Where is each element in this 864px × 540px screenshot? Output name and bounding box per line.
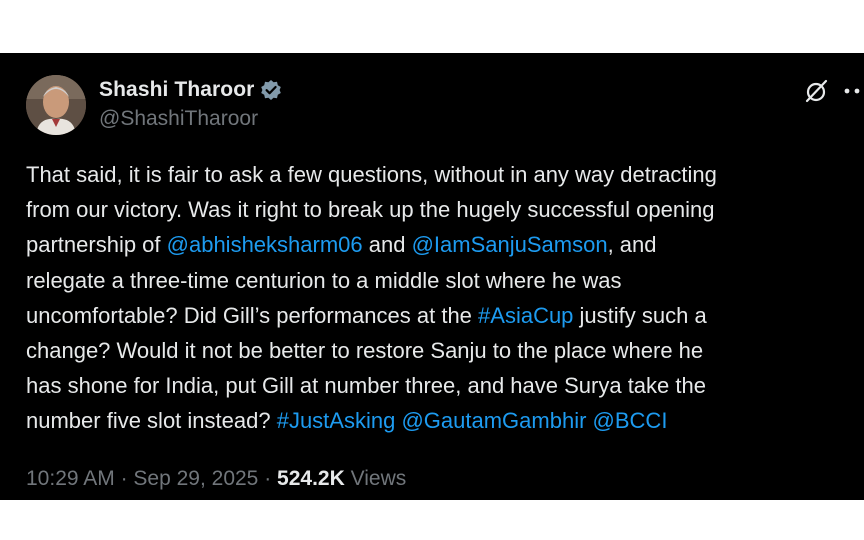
tweet-text-line: number five slot instead? #JustAsking @G… [26, 403, 856, 438]
mention-link[interactable]: @abhisheksharm06 [167, 232, 363, 257]
mention-link[interactable]: @IamSanjuSamson [412, 232, 608, 257]
author-name[interactable]: Shashi Tharoor [99, 78, 254, 102]
tweet-text-segment: has shone for India, put Gill at number … [26, 373, 706, 399]
mention-link[interactable]: @BCCI [593, 408, 668, 433]
tweet-card: Shashi Tharoor @ShashiTharoor That said,… [0, 53, 864, 500]
tweet-text-segment: , and [607, 232, 657, 258]
author-name-row: Shashi Tharoor [99, 77, 282, 103]
tweet-text-line: partnership of @abhisheksharm06 and @Iam… [26, 227, 856, 262]
meta-separator: · [258, 467, 278, 490]
tweet-text-line: relegate a three-time centurion to a mid… [26, 263, 856, 298]
tweet-time[interactable]: 10:29 AM [26, 467, 115, 490]
tweet-text-segment: That said, it is fair to ask a few quest… [26, 162, 717, 187]
tweet-text: That said, it is fair to ask a few quest… [26, 157, 856, 439]
tweet-text-segment: uncomfortable? Did Gill’s performances a… [26, 302, 479, 328]
tweet-text-line: from our victory. Was it right to break … [26, 192, 856, 227]
tweet-text-segment: change? Would it not be better to restor… [26, 338, 704, 364]
grok-icon[interactable] [804, 78, 830, 104]
author-handle[interactable]: @ShashiTharoor [99, 107, 258, 131]
meta-separator: · [114, 467, 134, 490]
views-label: Views [350, 467, 407, 490]
hashtag-link[interactable]: #AsiaCup [478, 303, 573, 328]
more-options-icon[interactable] [841, 78, 864, 104]
views-count: 524.2K [277, 467, 345, 490]
tweet-text-segment: number five slot instead? [26, 408, 277, 434]
tweet-text-segment: partnership of [26, 232, 167, 258]
tweet-text-segment: relegate a three-time centurion to a mid… [26, 267, 622, 293]
tweet-text-segment: justify such a [573, 302, 707, 328]
verified-badge-icon [260, 79, 282, 101]
tweet-text-segment: from our victory. Was it right to break … [26, 197, 715, 223]
tweet-text-line: That said, it is fair to ask a few quest… [26, 157, 856, 192]
tweet-text-line: uncomfortable? Did Gill’s performances a… [26, 298, 856, 333]
tweet-text-line: has shone for India, put Gill at number … [26, 368, 856, 403]
tweet-text-line: change? Would it not be better to restor… [26, 333, 856, 368]
hashtag-link[interactable]: #JustAsking [277, 408, 396, 433]
mention-link[interactable]: @GautamGambhir [401, 408, 586, 433]
tweet-meta: 10:29 AM · Sep 29, 2025 · 524.2K Views [26, 467, 406, 491]
tweet-text-segment: and [362, 232, 412, 258]
tweet-date[interactable]: Sep 29, 2025 [133, 467, 258, 490]
author-avatar[interactable] [26, 75, 86, 135]
